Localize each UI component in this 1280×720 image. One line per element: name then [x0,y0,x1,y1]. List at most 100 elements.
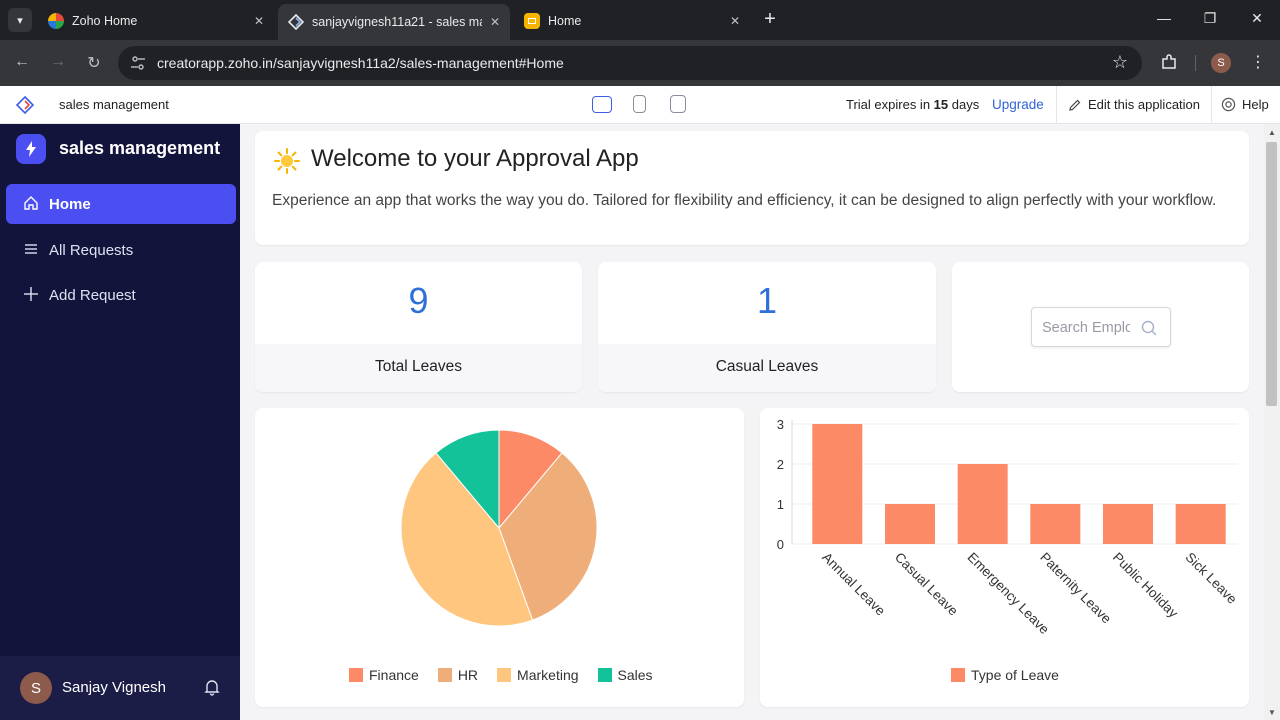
sidebar-item-all-requests[interactable]: All Requests [6,230,236,270]
tablet-view-icon[interactable] [633,95,646,113]
bar-public-holiday[interactable] [1103,504,1153,544]
close-tab-icon[interactable]: ✕ [490,15,500,29]
reload-icon[interactable]: ↻ [84,53,104,73]
search-card [952,262,1249,392]
x-tick-label: Annual Leave [819,550,888,619]
zoho-favicon-icon [48,13,64,29]
slides-favicon-icon [524,13,540,29]
legend-swatch [951,668,965,682]
welcome-description: Experience an app that works the way you… [272,192,1217,209]
search-icon[interactable] [1140,319,1158,337]
bar-annual-leave[interactable] [812,424,863,544]
trial-days: 15 [933,97,949,112]
scroll-up-icon[interactable]: ▲ [1268,128,1276,137]
leave-type-bar-chart-card: 0 1 2 3 Annual Leave Casual Leave Emergency Le… [760,408,1249,707]
legend-label: Finance [369,667,419,683]
legend-item[interactable]: HR [437,667,478,683]
mobile-view-icon[interactable] [670,95,686,113]
browser-menu-icon[interactable]: ⋮ [1250,52,1266,72]
total-leaves-card: 9 Total Leaves [255,262,582,392]
avatar[interactable]: S [20,672,52,704]
sidebar-item-label: All Requests [49,241,134,259]
toolbar-divider [1195,55,1196,71]
bar-paternity-leave[interactable] [1030,504,1081,544]
restore-icon[interactable]: ❐ [1200,10,1220,27]
bar-sick-leave[interactable] [1175,504,1226,544]
tab-title: Zoho Home [72,14,138,28]
legend-label: Sales [617,667,653,683]
total-leaves-label: Total Leaves [374,358,463,375]
browser-tab-zoho-home[interactable]: Zoho Home ✕ [38,6,274,36]
total-leaves-value: 9 [408,280,429,321]
browser-tab-bar: ▾ Zoho Home ✕ sanjayvignesh11a21 - sales… [0,0,1280,40]
search-employee-input[interactable] [1042,318,1130,338]
extensions-icon[interactable] [1160,53,1178,76]
casual-leaves-value: 1 [756,280,778,321]
desktop-view-icon[interactable] [592,96,612,113]
close-tab-icon[interactable]: ✕ [254,14,264,28]
sidebar-item-add-request[interactable]: Add Request [6,275,236,315]
page-title: Welcome to your Approval App [311,145,639,172]
bar-chart-legend: Type of Leave [951,667,1078,683]
legend-item[interactable]: Finance [349,667,419,683]
sidebar-item-home[interactable]: Home [6,184,236,224]
casual-leaves-label: Casual Leaves [715,358,819,375]
address-bar[interactable]: creatorapp.zoho.in/sanjayvignesh11a2/sal… [118,46,1142,80]
plus-icon [22,286,40,305]
y-tick-label: 3 [777,417,784,432]
legend-item[interactable]: Marketing [497,667,579,683]
tab-title: sanjayvignesh11a21 - sales ma [312,15,482,29]
help-button[interactable]: Help [1221,97,1269,112]
x-tick-label: Paternity Leave [1037,550,1114,627]
back-icon[interactable]: ← [12,53,32,71]
help-label: Help [1242,97,1269,112]
sidebar-app-title: sales management [59,138,221,158]
x-tick-label: Casual Leave [892,550,961,619]
browser-tab-sales[interactable]: sanjayvignesh11a21 - sales ma ✕ [278,4,510,40]
divider [1211,86,1212,124]
x-tick-label: Sick Leave [1183,550,1240,607]
leave-type-bar-chart: 0 1 2 3 Annual Leave Casual Leave Emergency Le… [777,417,1240,638]
x-tick-label: Emergency Leave [965,550,1053,638]
edit-application-button[interactable]: Edit this application [1068,97,1200,112]
bookmark-star-icon[interactable]: ☆ [1112,52,1128,73]
lightning-logo-icon [16,134,46,164]
legend-item[interactable]: Sales [597,667,653,683]
user-name: Sanjay Vignesh [62,679,166,696]
legend-swatch [437,668,452,682]
bar-casual-leave[interactable] [885,504,935,544]
new-tab-button[interactable]: + [758,8,782,31]
tab-title: Home [548,14,582,28]
sidebar-item-label: Home [49,195,91,213]
forward-icon[interactable]: → [48,53,68,71]
bell-icon[interactable] [203,678,223,698]
scrollbar-thumb[interactable] [1266,142,1277,406]
legend-item[interactable]: Type of Leave [951,667,1059,683]
profile-avatar[interactable]: S [1211,53,1231,73]
zoho-creator-logo-icon[interactable] [15,95,35,115]
minimize-icon[interactable]: — [1154,10,1174,26]
legend-swatch [349,668,363,682]
trial-notice: Trial expires in 15 days [846,97,979,112]
close-tab-icon[interactable]: ✕ [730,14,740,28]
home-icon [22,195,40,214]
upgrade-link[interactable]: Upgrade [992,97,1044,112]
sidebar-user-panel: S Sanjay Vignesh [0,656,240,720]
sidebar-item-label: Add Request [49,286,136,304]
x-tick-label: Public Holiday [1110,550,1181,621]
welcome-card: Welcome to your Approval App Experience … [255,131,1249,245]
legend-label: Marketing [517,667,579,683]
search-employee-box [1031,307,1171,347]
page-scrollbar[interactable]: ▲ ▼ [1264,124,1280,720]
scroll-down-icon[interactable]: ▼ [1268,708,1276,717]
tab-search-button[interactable]: ▾ [8,8,32,32]
browser-toolbar: ← → ↻ creatorapp.zoho.in/sanjayvignesh11… [0,40,1280,86]
close-window-icon[interactable]: ✕ [1247,10,1267,27]
bar-emergency-leave[interactable] [957,464,1008,544]
browser-tab-home[interactable]: Home ✕ [514,6,750,36]
casual-leaves-card: 1 Casual Leaves [598,262,936,392]
list-icon [22,241,40,260]
site-info-icon[interactable] [130,55,146,71]
trial-suffix: days [951,97,980,112]
y-tick-label: 2 [777,457,784,472]
